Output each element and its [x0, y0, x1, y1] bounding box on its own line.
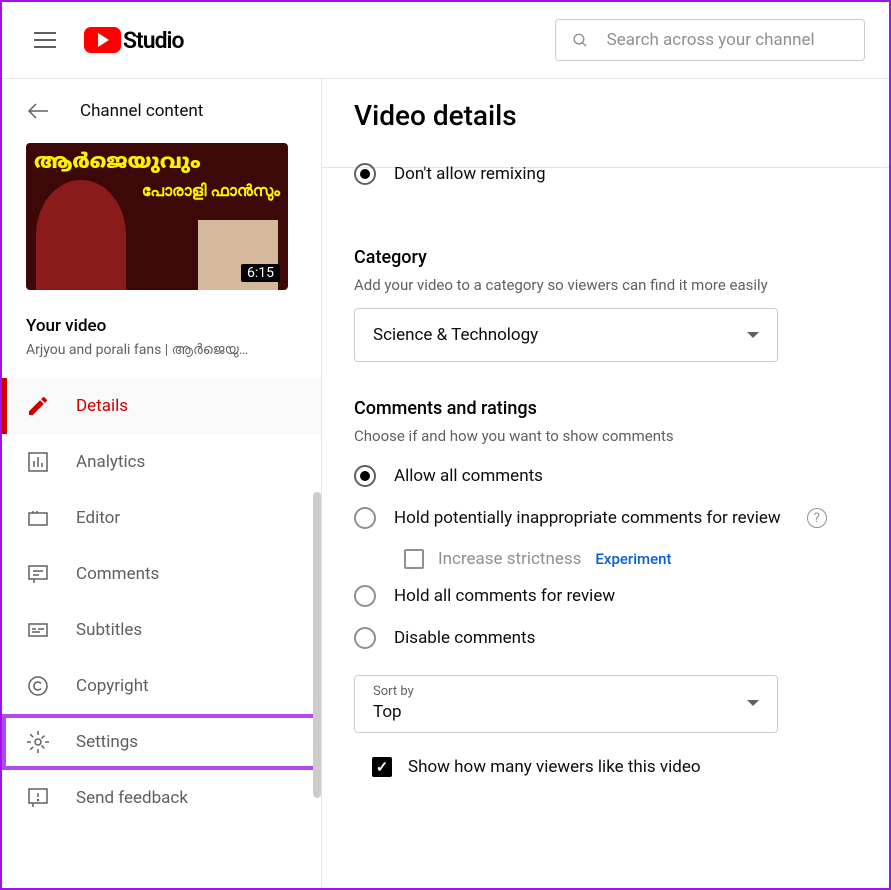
sidebar-item-editor[interactable]: Editor [2, 490, 321, 546]
strictness-label: Increase strictness [438, 549, 581, 569]
radio-icon [354, 163, 376, 185]
sidebar-item-label: Settings [76, 732, 138, 752]
feedback-icon [26, 786, 50, 810]
sidebar-item-label: Comments [76, 564, 159, 584]
content-area: Channel content ആർജെയുവും പോരാളി ഫാൻസും … [2, 79, 889, 888]
sort-label: Sort by [373, 684, 414, 699]
radio-icon [354, 507, 376, 529]
radio-label: Don't allow remixing [394, 164, 546, 184]
remix-radio-row[interactable]: Don't allow remixing [354, 157, 857, 191]
comment-option-disable[interactable]: Disable comments [354, 621, 857, 655]
sidebar-item-label: Analytics [76, 452, 145, 472]
sidebar-item-details[interactable]: Details [2, 378, 321, 434]
radio-label: Hold potentially inappropriate comments … [394, 508, 781, 528]
app-header: Studio [2, 2, 889, 79]
subtitles-icon [26, 618, 50, 642]
sidebar-item-subtitles[interactable]: Subtitles [2, 602, 321, 658]
radio-icon [354, 627, 376, 649]
youtube-play-icon [84, 27, 121, 53]
comments-heading: Comments and ratings [354, 398, 857, 419]
radio-label: Allow all comments [394, 466, 543, 486]
radio-label: Hold all comments for review [394, 586, 615, 606]
comment-option-allow[interactable]: Allow all comments [354, 459, 857, 493]
video-title-section: Your video Arjyou and porali fans | ആർജെ… [2, 306, 321, 378]
back-row[interactable]: Channel content [2, 79, 321, 143]
thumbnail-area: ആർജെയുവും പോരാളി ഫാൻസും 6:15 [2, 143, 321, 306]
main-body: Don't allow remixing Category Add your v… [354, 177, 857, 777]
analytics-icon [26, 450, 50, 474]
chevron-down-icon [747, 700, 759, 706]
radio-icon [354, 585, 376, 607]
hamburger-icon [34, 32, 56, 48]
search-icon [572, 31, 589, 50]
comment-option-hold-all[interactable]: Hold all comments for review [354, 579, 857, 613]
checkbox-label: Show how many viewers like this video [408, 757, 701, 777]
remix-partial-option: Don't allow remixing [354, 157, 857, 191]
comments-desc: Choose if and how you want to show comme… [354, 427, 857, 445]
scrollbar[interactable] [313, 492, 321, 798]
thumb-overlay-2: പോരാളി ഫാൻസും [142, 181, 280, 201]
help-icon[interactable]: ? [807, 508, 827, 528]
search-box[interactable] [555, 19, 865, 61]
category-dropdown[interactable]: Science & Technology [354, 308, 778, 362]
editor-icon [26, 506, 50, 530]
sidebar-item-feedback[interactable]: Send feedback [2, 770, 321, 826]
sidebar-item-analytics[interactable]: Analytics [2, 434, 321, 490]
sort-value: Top [373, 702, 414, 722]
category-desc: Add your video to a category so viewers … [354, 276, 857, 294]
sidebar-item-label: Editor [76, 508, 120, 528]
duration-badge: 6:15 [241, 264, 280, 282]
comments-icon [26, 562, 50, 586]
sidebar-item-comments[interactable]: Comments [2, 546, 321, 602]
sidebar-item-settings[interactable]: Settings [2, 714, 321, 770]
thumb-overlay-1: ആർജെയുവും [34, 151, 201, 176]
checkbox-checked-icon [372, 757, 392, 777]
sidebar-item-label: Subtitles [76, 620, 142, 640]
nav-items: Details Analytics Editor Comments Subtit… [2, 378, 321, 888]
sidebar: Channel content ആർജെയുവും പോരാളി ഫാൻസും … [2, 79, 322, 888]
comment-radio-group: Allow all comments Hold potentially inap… [354, 459, 857, 655]
sidebar-item-label: Details [76, 396, 128, 416]
logo[interactable]: Studio [84, 27, 184, 54]
gear-icon [26, 730, 50, 754]
pencil-icon [26, 394, 50, 418]
page-title: Video details [354, 99, 857, 132]
main-panel: Video details Don't allow remixing Categ… [322, 79, 889, 888]
back-label: Channel content [80, 101, 203, 121]
video-thumbnail[interactable]: ആർജെയുവും പോരാളി ഫാൻസും 6:15 [26, 143, 288, 290]
radio-icon [354, 465, 376, 487]
strictness-option[interactable]: Increase strictness Experiment [404, 543, 857, 579]
dropdown-value: Science & Technology [373, 325, 538, 345]
experiment-badge: Experiment [595, 550, 671, 568]
comment-option-hold-inappropriate[interactable]: Hold potentially inappropriate comments … [354, 501, 857, 535]
likes-checkbox-row[interactable]: Show how many viewers like this video [354, 757, 857, 777]
sidebar-item-copyright[interactable]: Copyright [2, 658, 321, 714]
chevron-down-icon [747, 332, 759, 338]
sidebar-item-label: Copyright [76, 676, 149, 696]
checkbox-icon [404, 549, 424, 569]
copyright-icon [26, 674, 50, 698]
sort-dropdown[interactable]: Sort by Top [354, 675, 778, 733]
radio-label: Disable comments [394, 628, 535, 648]
sidebar-item-label: Send feedback [76, 788, 188, 808]
back-arrow-icon [26, 99, 50, 123]
video-name: Arjyou and porali fans | ആർജെയു… [26, 342, 297, 358]
logo-text: Studio [123, 27, 184, 54]
search-input[interactable] [607, 30, 848, 50]
menu-button[interactable] [26, 24, 64, 56]
category-heading: Category [354, 247, 857, 268]
your-video-label: Your video [26, 316, 297, 336]
